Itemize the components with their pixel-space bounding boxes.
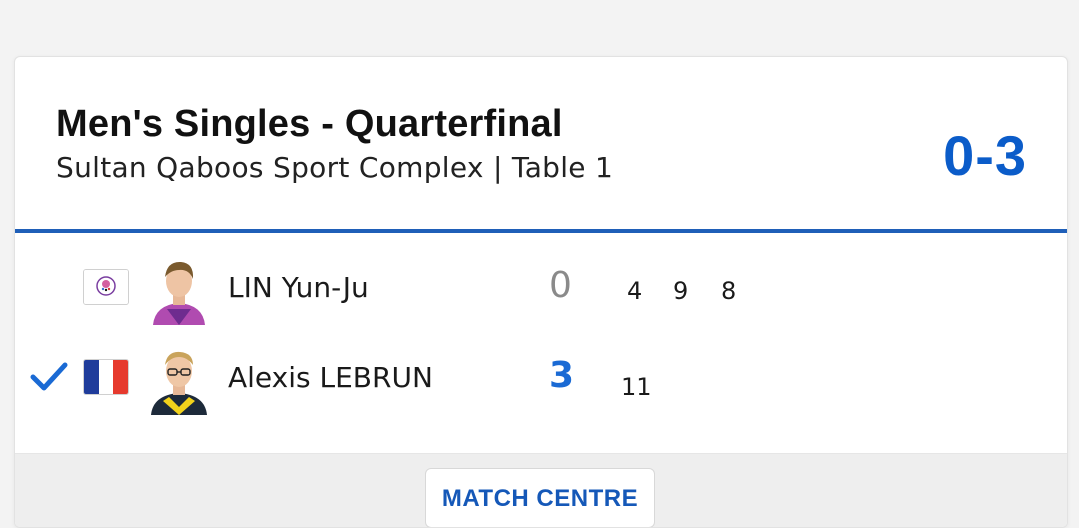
game-points: 4 [627, 277, 643, 305]
game-points: 8 [721, 277, 737, 305]
winner-check-icon [29, 357, 69, 397]
chinese-taipei-flag-icon [83, 269, 129, 305]
player-name: Alexis LEBRUN [228, 361, 433, 394]
match-title: Men's Singles - Quarterfinal [56, 103, 563, 145]
card-footer: MATCH CENTRE [15, 453, 1067, 527]
games-won: 0 [549, 265, 572, 306]
match-card: Men's Singles - Quarterfinal Sultan Qabo… [14, 56, 1068, 528]
player-row: LIN Yun-Ju 0 4 9 8 [15, 249, 1067, 329]
match-header: Men's Singles - Quarterfinal Sultan Qabo… [15, 57, 1067, 229]
player-row: Alexis LEBRUN 3 11 [15, 339, 1067, 419]
games-won: 3 [549, 355, 575, 396]
header-divider [15, 229, 1067, 233]
france-flag-icon [83, 359, 129, 395]
player-name: LIN Yun-Ju [228, 271, 369, 304]
player-avatar [149, 253, 209, 325]
game-points: 9 [673, 277, 689, 305]
player-avatar [149, 343, 209, 415]
game-points: 11 [621, 373, 652, 401]
match-venue: Sultan Qaboos Sport Complex | Table 1 [56, 151, 614, 184]
match-score: 0-3 [943, 124, 1027, 187]
match-centre-button[interactable]: MATCH CENTRE [425, 468, 655, 527]
